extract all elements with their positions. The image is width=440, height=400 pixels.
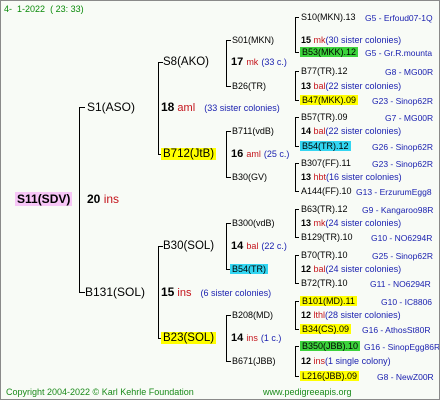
sire-year: 18 aml (33 sister colonies) xyxy=(161,100,280,115)
gen3-b-year: 13 bal(22 sister colonies) xyxy=(301,81,402,91)
gen4-node-9[interactable]: B63(TR).12 xyxy=(301,203,348,216)
gen4-code-15: G16 - SinopEgg86R xyxy=(364,342,440,352)
gen3-d-year: 13 hbt(16 sister colonies) xyxy=(301,172,402,182)
gen4-node-16[interactable]: L216(JBB).09 xyxy=(300,370,360,383)
gen3-d-node[interactable]: B30(GV) xyxy=(232,171,267,184)
gen4-node-15[interactable]: B350(JBB).10 xyxy=(300,340,361,353)
gen4-node-8[interactable]: A144(FF).10 xyxy=(301,185,352,198)
gen4-code-13: G10 - IC8806 xyxy=(381,297,433,307)
gen2-a-year: 17 mk (33 c.) xyxy=(231,56,287,68)
gen4-node-6[interactable]: B54(TR).12 xyxy=(300,140,351,153)
queen-name: S11(SDV) xyxy=(15,192,73,206)
gen4-node-4[interactable]: B47(MKK).09 xyxy=(300,94,359,107)
gen2-c-year: 14 bal (22 c.) xyxy=(231,240,287,252)
footer-copyright: Copyright 2004-2022 © Karl Kehrle Founda… xyxy=(6,387,194,397)
gen3-f-node[interactable]: B54(TR) xyxy=(230,263,269,276)
gen4-node-12[interactable]: B72(TR).10 xyxy=(301,277,348,290)
gen2-c-node[interactable]: B30(SOL) xyxy=(163,240,214,253)
gen3-e-year: 13 mk(24 sister colonies) xyxy=(301,218,402,228)
gen4-code-1: G5 - Erfoud07-1Q xyxy=(365,13,433,23)
dam-year: 15 ins (6 sister colonies) xyxy=(161,285,272,300)
gen4-node-11[interactable]: B70(TR).10 xyxy=(301,249,348,262)
queen-node[interactable]: S11(SDV) xyxy=(15,192,73,206)
gen3-h-year: 12 ins(1 single colony) xyxy=(301,356,391,366)
gen4-code-3: G8 - MG00R xyxy=(385,67,434,77)
gen2-a-node[interactable]: S8(AKO) xyxy=(163,56,209,69)
gen4-node-14[interactable]: B34(CS).09 xyxy=(300,323,352,336)
gen3-e-node[interactable]: B300(vdB) xyxy=(232,217,275,230)
gen4-node-1[interactable]: S10(MKN).13 xyxy=(301,11,356,24)
gen3-b-node[interactable]: B26(TR) xyxy=(232,80,266,93)
gen4-node-13[interactable]: B101(MD).11 xyxy=(300,295,357,308)
gen4-code-14: G16 - AthosSt80R xyxy=(362,325,431,335)
gen3-g-node[interactable]: B208(MD) xyxy=(232,309,273,322)
gen4-node-5[interactable]: B57(TR).09 xyxy=(301,111,348,124)
gen4-code-5: G7 - MG00R xyxy=(385,113,434,123)
gen2-b-node[interactable]: B712(JtB) xyxy=(161,148,217,161)
gen4-code-9: G9 - Kangaroo98R xyxy=(362,205,434,215)
gen3-a-node[interactable]: S01(MKN) xyxy=(232,34,274,47)
gen3-c-node[interactable]: B711(vdB) xyxy=(232,125,274,138)
gen2-d-year: 14 ins (1 c.) xyxy=(231,332,282,344)
gen4-code-2: G5 - Gr.R.mounta xyxy=(365,48,433,58)
gen4-code-12: G11 - NO6294R xyxy=(370,279,431,289)
gen2-b-year: 16 aml (25 c.) xyxy=(231,148,290,160)
gen4-code-10: G10 - NO6294R xyxy=(371,233,433,243)
gen3-c-year: 14 bal(22 sister colonies) xyxy=(301,126,402,136)
gen4-node-7[interactable]: B307(FF).11 xyxy=(301,157,351,170)
header-date: 4- 1-2022 ( 23: 33) xyxy=(4,4,84,14)
gen4-code-16: G8 - NewZ00R xyxy=(377,372,434,382)
gen4-code-7: G23 - Sinop62R xyxy=(372,159,433,169)
gen4-code-6: G26 - Sinop62R xyxy=(372,142,433,152)
gen4-code-4: G23 - Sinop62R xyxy=(372,96,433,106)
gen4-node-2[interactable]: B53(MKK).12 xyxy=(300,46,359,59)
gen3-h-node[interactable]: B671(JBB) xyxy=(232,355,276,368)
gen4-code-8: G13 - ErzurumEgg8 xyxy=(356,187,432,197)
gen4-code-11: G25 - Sinop62R xyxy=(372,251,433,261)
gen3-g-year: 12 lthl(28 sister colonies) xyxy=(301,310,401,320)
gen3-f-year: 12 bal(24 sister colonies) xyxy=(301,264,402,274)
gen4-node-10[interactable]: B129(TR).10 xyxy=(301,231,353,244)
gen4-node-3[interactable]: B77(TR).12 xyxy=(301,65,348,78)
footer-site-link[interactable]: www.pedigreeapis.org xyxy=(263,386,352,399)
dam-node[interactable]: B131(SOL) xyxy=(85,286,145,299)
pedigree-stage: { "header": {"prefix": "4-", "date": "1-… xyxy=(0,0,440,400)
sire-node[interactable]: S1(ASO) xyxy=(87,101,135,114)
queen-year: 20 ins xyxy=(87,192,120,206)
gen2-d-node[interactable]: B23(SOL) xyxy=(161,332,217,345)
